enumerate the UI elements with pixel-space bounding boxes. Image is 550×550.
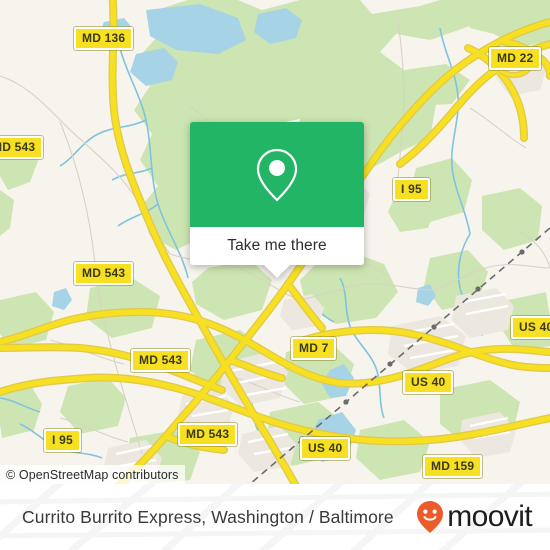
footer-bar: Currito Burrito Express, Washington / Ba…: [0, 484, 550, 550]
road-shield-md-543-north: MD 543: [74, 262, 134, 285]
road-shield-md-159: MD 159: [423, 455, 483, 478]
road-shield-md-543-south: MD 543: [178, 423, 238, 446]
road-shield-i-95-east: I 95: [393, 178, 430, 201]
road-shield-md-22: MD 22: [489, 47, 542, 70]
road-shield-md-543-left: MD 543: [0, 136, 44, 159]
callout-icon-area: [190, 122, 364, 227]
map-attribution[interactable]: © OpenStreetMap contributors: [0, 465, 185, 484]
take-me-there-label: Take me there: [227, 237, 327, 254]
road-shield-md-136: MD 136: [74, 27, 134, 50]
place-callout-card[interactable]: Take me there: [190, 122, 364, 278]
road-shield-md-7: MD 7: [291, 337, 337, 360]
place-title: Currito Burrito Express, Washington / Ba…: [22, 506, 394, 527]
map-pin-icon: [256, 148, 298, 202]
road-shield-i-95-west: I 95: [44, 429, 81, 452]
road-shield-us-40-east: US 40: [511, 316, 550, 339]
road-shield-us-40-south: US 40: [300, 437, 351, 460]
moovit-smiley-pin-icon: [417, 501, 444, 533]
moovit-wordmark: moovit: [447, 500, 532, 533]
take-me-there-button[interactable]: Take me there: [190, 227, 364, 278]
callout-pointer: [263, 264, 291, 278]
map-screenshot: MD 136 MD 22 MD 543 I 95 MD 543 US 40 MD…: [0, 0, 550, 550]
moovit-logo[interactable]: moovit: [415, 500, 533, 534]
attribution-text: © OpenStreetMap contributors: [6, 467, 179, 482]
road-shield-md-543-mid: MD 543: [131, 349, 191, 372]
road-shield-us-40-mid: US 40: [403, 371, 454, 394]
